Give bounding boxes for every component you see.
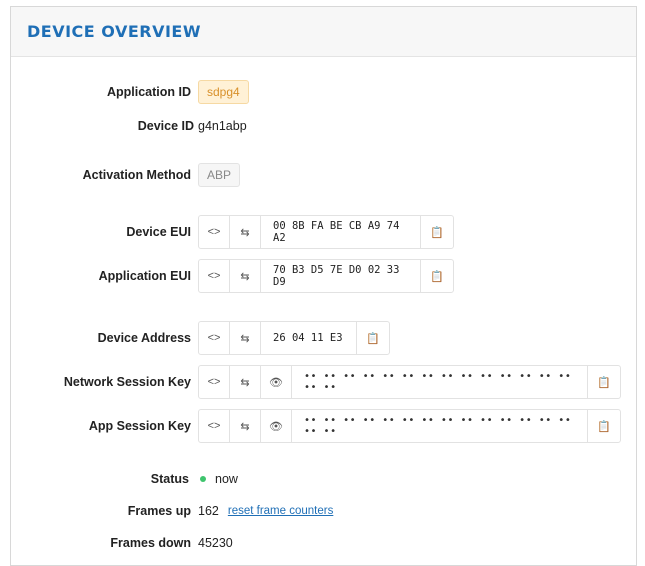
code-brackets-icon[interactable]: <> [199, 216, 230, 248]
activation-method-tag: ABP [198, 163, 241, 187]
device-eui-row: Device EUI <> ⇆ 00 8B FA BE CB A9 74 A2 … [11, 215, 454, 249]
clipboard-icon[interactable]: 📋 [588, 366, 620, 398]
network-session-key-label: Network Session Key [63, 375, 191, 389]
status-value: now [215, 472, 238, 486]
panel-header: DEVICE OVERVIEW [11, 7, 636, 57]
swap-bytes-icon[interactable]: ⇆ [230, 216, 261, 248]
status-dot-icon [200, 476, 206, 482]
activation-method-label: Activation Method [82, 168, 191, 182]
application-eui-value: 70 B3 D5 7E D0 02 33 D9 [261, 260, 421, 292]
clipboard-icon[interactable]: 📋 [421, 216, 453, 248]
network-session-key-value: •• •• •• •• •• •• •• •• •• •• •• •• •• •… [292, 366, 588, 398]
frames-down-label: Frames down [110, 536, 191, 550]
application-id-label: Application ID [106, 85, 191, 99]
swap-bytes-icon[interactable]: ⇆ [230, 410, 261, 442]
eye-icon[interactable]: 👁 [261, 366, 292, 398]
swap-bytes-icon[interactable]: ⇆ [230, 322, 261, 354]
device-address-row: Device Address <> ⇆ 26 04 11 E3 📋 [11, 321, 390, 355]
device-address-label: Device Address [97, 331, 191, 345]
device-eui-label: Device EUI [126, 225, 191, 239]
code-brackets-icon[interactable]: <> [199, 410, 230, 442]
device-address-field: <> ⇆ 26 04 11 E3 📋 [198, 321, 390, 355]
clipboard-icon[interactable]: 📋 [357, 322, 389, 354]
device-id-label: Device ID [137, 119, 194, 133]
device-id-row: Device ID g4n1abp [11, 119, 247, 133]
app-session-key-field: <> ⇆ 👁 •• •• •• •• •• •• •• •• •• •• •• … [198, 409, 621, 443]
app-session-key-value: •• •• •• •• •• •• •• •• •• •• •• •• •• •… [292, 410, 588, 442]
clipboard-icon[interactable]: 📋 [421, 260, 453, 292]
application-id-tag[interactable]: sdpg4 [198, 80, 249, 104]
application-eui-row: Application EUI <> ⇆ 70 B3 D5 7E D0 02 3… [11, 259, 454, 293]
device-eui-field: <> ⇆ 00 8B FA BE CB A9 74 A2 📋 [198, 215, 454, 249]
application-id-row: Application ID sdpg4 [11, 80, 249, 104]
frames-down-row: Frames down 45230 [11, 536, 233, 550]
status-row: Status now [11, 472, 238, 486]
network-session-key-field: <> ⇆ 👁 •• •• •• •• •• •• •• •• •• •• •• … [198, 365, 621, 399]
device-overview-panel: DEVICE OVERVIEW Application ID sdpg4 Dev… [10, 6, 637, 566]
device-address-value: 26 04 11 E3 [261, 322, 357, 354]
status-label: Status [150, 472, 189, 486]
frames-up-value: 162 [198, 504, 219, 518]
app-session-key-label: App Session Key [88, 419, 191, 433]
frames-up-row: Frames up 162 reset frame counters [11, 504, 334, 518]
network-session-key-row: Network Session Key <> ⇆ 👁 •• •• •• •• •… [11, 365, 621, 399]
app-session-key-row: App Session Key <> ⇆ 👁 •• •• •• •• •• ••… [11, 409, 621, 443]
code-brackets-icon[interactable]: <> [199, 260, 230, 292]
frames-up-label: Frames up [127, 504, 191, 518]
application-eui-field: <> ⇆ 70 B3 D5 7E D0 02 33 D9 📋 [198, 259, 454, 293]
application-eui-label: Application EUI [98, 269, 191, 283]
clipboard-icon[interactable]: 📋 [588, 410, 620, 442]
reset-frame-counters-link[interactable]: reset frame counters [228, 505, 333, 517]
eye-icon[interactable]: 👁 [261, 410, 292, 442]
code-brackets-icon[interactable]: <> [199, 322, 230, 354]
swap-bytes-icon[interactable]: ⇆ [230, 260, 261, 292]
device-eui-value: 00 8B FA BE CB A9 74 A2 [261, 216, 421, 248]
code-brackets-icon[interactable]: <> [199, 366, 230, 398]
activation-method-row: Activation Method ABP [11, 163, 241, 187]
panel-title: DEVICE OVERVIEW [27, 22, 202, 41]
frames-down-value: 45230 [198, 536, 233, 550]
swap-bytes-icon[interactable]: ⇆ [230, 366, 261, 398]
device-id-value: g4n1abp [198, 119, 247, 133]
